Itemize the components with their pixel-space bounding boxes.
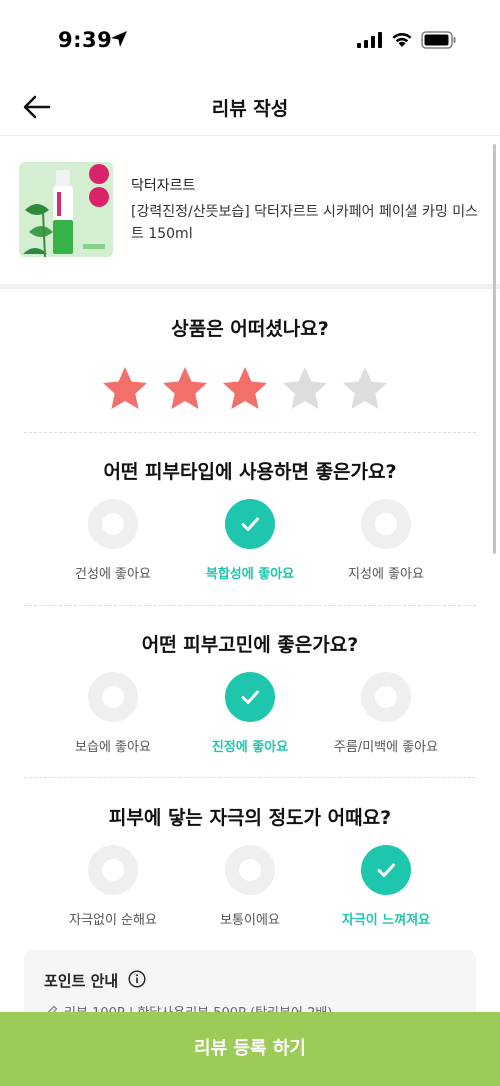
unselected-radio[interactable] — [225, 845, 275, 895]
radio-inner — [375, 686, 397, 708]
irritation-option[interactable]: 보통이에요 — [182, 845, 318, 928]
location-arrow-icon — [111, 31, 127, 47]
star-rating[interactable] — [100, 364, 400, 416]
option-label: 자극없이 순해요 — [69, 913, 157, 928]
page-title: 리뷰 작성 — [211, 98, 289, 120]
submit-review-button[interactable]: 리뷰 등록 하기 — [0, 1012, 500, 1086]
wifi-icon — [392, 32, 412, 47]
skin-type-option[interactable]: 복합성에 좋아요 — [182, 499, 318, 582]
skin-type-option[interactable]: 건성에 좋아요 — [45, 499, 181, 582]
nav-header: 리뷰 작성 — [0, 80, 500, 136]
info-icon[interactable] — [128, 970, 146, 988]
section-divider — [0, 284, 500, 289]
option-label: 건성에 좋아요 — [75, 567, 151, 582]
radio-inner — [102, 686, 124, 708]
option-label: 자극이 느껴져요 — [341, 913, 431, 928]
radio-inner — [375, 513, 397, 535]
product-name: [강력진정/산뜻보습] 닥터자르트 시카페어 페이셜 카밍 미스트 150ml — [131, 204, 479, 242]
star-3-icon[interactable] — [220, 364, 270, 414]
option-label: 지성에 좋아요 — [348, 567, 424, 582]
dashed-divider — [24, 777, 476, 778]
check-icon — [241, 517, 259, 531]
product-image — [19, 162, 113, 257]
option-label: 보습에 좋아요 — [75, 740, 151, 755]
status-bar: 9:39 — [0, 0, 500, 80]
irritation-option[interactable]: 자극이 느껴져요 — [318, 845, 454, 928]
skin-concern-option[interactable]: 보습에 좋아요 — [45, 672, 181, 755]
unselected-radio[interactable] — [361, 499, 411, 549]
battery-icon — [421, 31, 456, 49]
cellular-signal-icon — [357, 32, 382, 48]
star-5-icon[interactable] — [340, 364, 390, 414]
radio-inner — [102, 859, 124, 881]
point-info-title: 포인트 안내 — [44, 972, 119, 990]
option-label: 주름/미백에 좋아요 — [333, 740, 439, 755]
skin-type-question: 어떤 피부타입에 사용하면 좋은가요? — [103, 461, 397, 483]
skin-concern-question: 어떤 피부고민에 좋은가요? — [141, 634, 359, 656]
unselected-radio[interactable] — [88, 672, 138, 722]
skin-type-option[interactable]: 지성에 좋아요 — [318, 499, 454, 582]
dashed-divider — [24, 432, 476, 433]
unselected-radio[interactable] — [88, 499, 138, 549]
product-bottle-illustration — [19, 162, 113, 257]
option-label: 복합성에 좋아요 — [205, 567, 295, 582]
product-summary: 닥터자르트 [강력진정/산뜻보습] 닥터자르트 시카페어 페이셜 카밍 미스트 … — [0, 137, 500, 284]
selected-radio[interactable] — [361, 845, 411, 895]
irritation-option[interactable]: 자극없이 순해요 — [45, 845, 181, 928]
check-icon — [241, 690, 259, 704]
rating-question: 상품은 어떠셨나요? — [171, 318, 329, 340]
option-label: 보통이에요 — [220, 913, 280, 928]
radio-inner — [102, 513, 124, 535]
selected-radio[interactable] — [225, 672, 275, 722]
unselected-radio[interactable] — [361, 672, 411, 722]
selected-radio[interactable] — [225, 499, 275, 549]
radio-inner — [239, 859, 261, 881]
check-icon — [377, 863, 395, 877]
unselected-radio[interactable] — [88, 845, 138, 895]
option-label: 진정에 좋아요 — [211, 740, 289, 755]
scrollbar[interactable] — [493, 144, 496, 554]
star-1-icon[interactable] — [100, 364, 150, 414]
status-time: 9:39 — [58, 28, 113, 52]
product-brand: 닥터자르트 — [131, 178, 196, 194]
skin-concern-option[interactable]: 주름/미백에 좋아요 — [318, 672, 454, 755]
star-2-icon[interactable] — [160, 364, 210, 414]
star-4-icon[interactable] — [280, 364, 330, 414]
dashed-divider — [24, 605, 476, 606]
skin-concern-option[interactable]: 진정에 좋아요 — [182, 672, 318, 755]
irritation-question: 피부에 닿는 자극의 정도가 어때요? — [108, 807, 392, 829]
